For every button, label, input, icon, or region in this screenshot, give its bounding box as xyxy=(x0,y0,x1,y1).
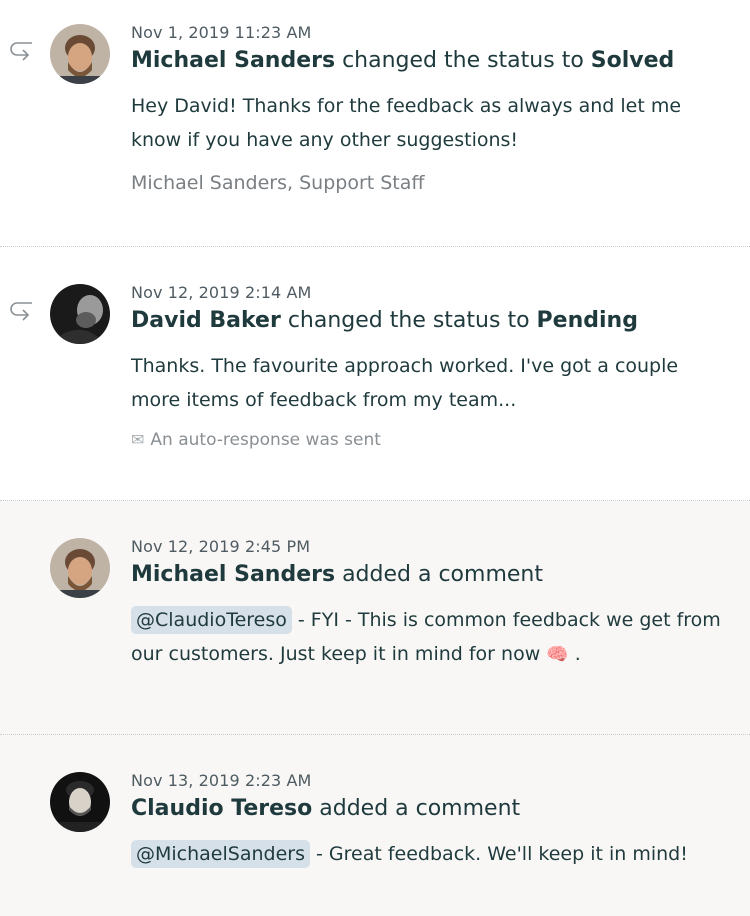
message-text: Thanks. The favourite approach worked. I… xyxy=(131,355,679,411)
comment-text: - Great feedback. We'll keep it in mind! xyxy=(309,843,688,865)
message-text: @MichaelSanders - Great feedback. We'll … xyxy=(131,837,743,871)
action-text: changed the status to xyxy=(342,48,584,73)
envelope-icon: ✉ xyxy=(131,430,145,449)
conversation-entry: Nov 1, 2019 11:23 AM Michael Sanders cha… xyxy=(0,0,750,247)
entry-heading: Claudio Tereso added a comment xyxy=(131,795,750,823)
timestamp: Nov 12, 2019 2:45 PM xyxy=(131,537,311,556)
mention-chip[interactable]: @ClaudioTereso xyxy=(131,606,292,634)
action-text: added a comment xyxy=(319,796,521,821)
avatar[interactable] xyxy=(50,772,110,832)
entry-heading: David Baker changed the status to Pendin… xyxy=(131,307,750,335)
author-name[interactable]: Michael Sanders xyxy=(131,562,335,587)
message-text: Hey David! Thanks for the feedback as al… xyxy=(131,95,682,151)
action-text: changed the status to xyxy=(287,308,530,333)
status-value: Solved xyxy=(590,48,675,73)
message-text: @ClaudioTereso - FYI - This is common fe… xyxy=(131,603,741,672)
entry-heading: Michael Sanders changed the status to So… xyxy=(131,47,750,75)
reply-icon[interactable] xyxy=(8,40,34,62)
comment-text-end: . xyxy=(568,643,581,665)
status-value: Pending xyxy=(536,308,638,333)
entry-heading: Michael Sanders added a comment xyxy=(131,561,750,589)
brain-emoji-icon: 🧠 xyxy=(546,644,569,665)
avatar[interactable] xyxy=(50,24,110,84)
author-name[interactable]: Claudio Tereso xyxy=(131,796,312,821)
conversation-entry: Nov 13, 2019 2:23 AM Claudio Tereso adde… xyxy=(0,735,750,916)
avatar[interactable] xyxy=(50,538,110,598)
timestamp: Nov 1, 2019 11:23 AM xyxy=(131,23,312,42)
conversation-entry: Nov 12, 2019 2:45 PM Michael Sanders add… xyxy=(0,501,750,735)
author-name[interactable]: David Baker xyxy=(131,308,281,333)
conversation-entry: Nov 12, 2019 2:14 AM David Baker changed… xyxy=(0,247,750,501)
author-name[interactable]: Michael Sanders xyxy=(131,48,335,73)
mention-chip[interactable]: @MichaelSanders xyxy=(131,840,310,868)
auto-response-text: An auto-response was sent xyxy=(150,430,381,450)
timestamp: Nov 13, 2019 2:23 AM xyxy=(131,771,312,790)
reply-icon[interactable] xyxy=(8,300,34,322)
signature: Michael Sanders, Support Staff xyxy=(131,172,425,194)
auto-response-note: ✉ An auto-response was sent xyxy=(131,429,750,451)
timestamp: Nov 12, 2019 2:14 AM xyxy=(131,283,312,302)
action-text: added a comment xyxy=(342,562,543,587)
avatar[interactable] xyxy=(50,284,110,344)
